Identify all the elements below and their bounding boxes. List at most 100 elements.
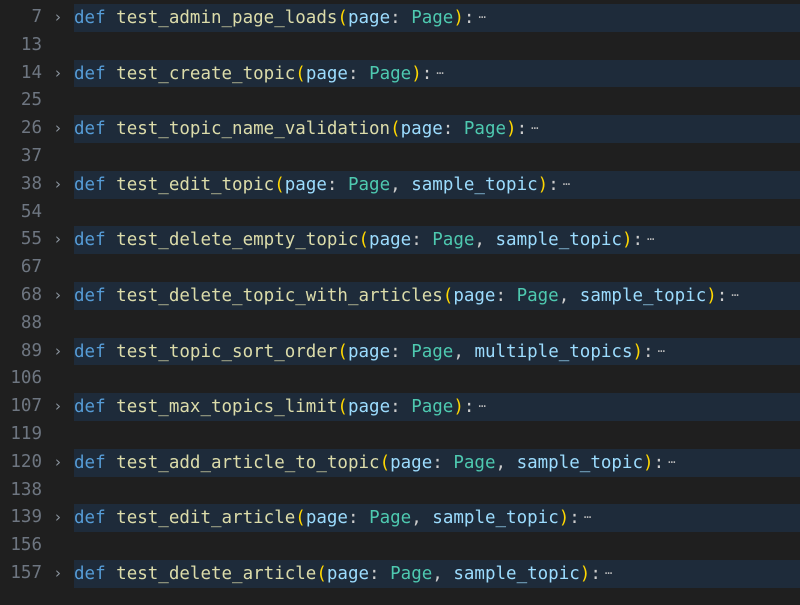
function-signature[interactable]: def test_delete_empty_topic(page: Page, …	[74, 226, 800, 255]
code-line[interactable]: 106	[0, 365, 800, 393]
chevron-right-icon[interactable]: ›	[50, 171, 66, 199]
colon: :	[632, 230, 644, 251]
function-signature[interactable]: def test_edit_article(page: Page, sample…	[74, 504, 800, 533]
open-paren: (	[295, 63, 306, 84]
chevron-right-icon[interactable]: ›	[50, 115, 66, 143]
folded-code-line[interactable]: 68 › def test_delete_topic_with_articles(p…	[0, 281, 800, 310]
colon: :	[421, 63, 433, 84]
folded-code-line[interactable]: 107 › def test_max_topics_limit(page: Page…	[0, 393, 800, 421]
parameter-name: sample_topic	[579, 285, 707, 306]
code-line[interactable]: 88	[0, 310, 800, 338]
type-annotation: Page	[432, 230, 475, 251]
code-line[interactable]: 37	[0, 143, 800, 171]
folded-code-line[interactable]: 89 › def test_topic_sort_order(page: Page,…	[0, 337, 800, 366]
code-line[interactable]: 67	[0, 254, 800, 282]
parameter-name: sample_topic	[516, 452, 644, 473]
line-number: 25	[20, 90, 42, 111]
function-name: test_admin_page_loads	[116, 8, 338, 28]
line-number: 37	[20, 145, 42, 166]
chevron-right-icon[interactable]: ›	[50, 226, 66, 254]
open-paren: (	[442, 285, 454, 306]
folded-ellipsis-icon[interactable]: ⋯	[731, 282, 738, 310]
code-line[interactable]: 138	[0, 477, 800, 505]
folded-ellipsis-icon[interactable]: ⋯	[658, 338, 665, 366]
folded-code-line[interactable]: 26 › def test_topic_name_validation(page: …	[0, 115, 800, 143]
line-number: 157	[10, 562, 42, 583]
folded-code-line[interactable]: 139 › def test_edit_article(page: Page, sa…	[0, 504, 800, 533]
colon: :	[326, 174, 348, 195]
parameter-name: page	[347, 8, 391, 28]
colon: :	[643, 341, 654, 362]
type-annotation: Page	[369, 508, 412, 529]
chevron-right-icon[interactable]: ›	[50, 504, 66, 532]
function-signature[interactable]: def test_delete_topic_with_articles(page…	[74, 281, 800, 310]
folded-ellipsis-icon[interactable]: ⋯	[563, 171, 570, 199]
close-paren: )	[621, 230, 633, 251]
colon: :	[390, 397, 412, 418]
function-signature[interactable]: def test_topic_sort_order(page: Page, mu…	[74, 337, 800, 366]
code-line[interactable]: 54	[0, 199, 800, 227]
chevron-right-icon[interactable]: ›	[50, 60, 66, 88]
comma: ,	[390, 174, 412, 195]
folded-ellipsis-icon[interactable]: ⋯	[436, 60, 443, 88]
def-keyword: def	[74, 341, 106, 362]
line-number: 26	[20, 118, 42, 139]
code-editor[interactable]: 7 › def test_admin_page_loads(page: Page):…	[0, 0, 800, 605]
parameter-name: page	[284, 174, 327, 195]
folded-code-line[interactable]: 55 › def test_delete_empty_topic(page: Pag…	[0, 226, 800, 255]
chevron-right-icon[interactable]: ›	[50, 393, 66, 421]
parameter-name: page	[305, 508, 348, 529]
function-signature[interactable]: def test_topic_name_validation(page: Pag…	[74, 115, 800, 143]
code-line[interactable]: 13	[0, 32, 800, 60]
def-keyword: def	[74, 230, 106, 251]
def-keyword: def	[74, 119, 106, 140]
folded-ellipsis-icon[interactable]: ⋯	[478, 4, 485, 32]
function-signature[interactable]: def test_add_article_to_topic(page: Page…	[74, 448, 800, 477]
code-line[interactable]: 156	[0, 532, 800, 560]
comma: ,	[411, 508, 433, 529]
folded-ellipsis-icon[interactable]: ⋯	[668, 449, 675, 477]
function-name: test_delete_topic_with_articles	[116, 285, 443, 306]
close-paren: )	[558, 508, 570, 529]
function-signature[interactable]: def test_edit_topic(page: Page, sample_t…	[74, 170, 800, 199]
folded-ellipsis-icon[interactable]: ⋯	[647, 226, 654, 254]
function-signature[interactable]: def test_delete_article(page: Page, samp…	[74, 559, 800, 588]
function-signature[interactable]: def test_max_topics_limit(page: Page): ⋯	[74, 393, 800, 421]
folded-code-line[interactable]: 120 › def test_add_article_to_topic(page: …	[0, 448, 800, 477]
parameter-name: page	[326, 563, 370, 584]
chevron-right-icon[interactable]: ›	[50, 449, 66, 477]
chevron-right-icon[interactable]: ›	[50, 282, 66, 310]
function-name: test_delete_empty_topic	[116, 230, 359, 251]
line-number: 54	[20, 201, 42, 222]
line-number: 13	[20, 34, 42, 55]
colon: :	[432, 452, 454, 473]
function-name: test_edit_topic	[116, 174, 275, 195]
comma: ,	[432, 563, 454, 584]
line-number: 67	[20, 257, 42, 278]
line-number: 68	[20, 284, 42, 305]
parameter-name: page	[305, 63, 348, 84]
colon: :	[347, 63, 370, 84]
folded-code-line[interactable]: 38 › def test_edit_topic(page: Page, sampl…	[0, 170, 800, 199]
function-signature[interactable]: def test_admin_page_loads(page: Page): ⋯	[74, 4, 800, 32]
code-line[interactable]: 25	[0, 87, 800, 115]
folded-code-line[interactable]: 14 › def test_create_topic(page: Page): ⋯	[0, 59, 800, 88]
colon: :	[548, 174, 559, 195]
chevron-right-icon[interactable]: ›	[50, 338, 66, 366]
chevron-right-icon[interactable]: ›	[50, 4, 66, 32]
close-paren: )	[537, 174, 549, 195]
folded-ellipsis-icon[interactable]: ⋯	[605, 560, 612, 588]
code-line[interactable]: 119	[0, 421, 800, 449]
function-signature[interactable]: def test_create_topic(page: Page): ⋯	[74, 59, 800, 88]
parameter-name: sample_topic	[495, 230, 622, 251]
folded-code-line[interactable]: 7 › def test_admin_page_loads(page: Page):…	[0, 4, 800, 32]
folded-ellipsis-icon[interactable]: ⋯	[584, 504, 591, 532]
folded-code-line[interactable]: 157 › def test_delete_article(page: Page, …	[0, 559, 800, 588]
parameter-name: page	[347, 397, 391, 418]
type-annotation: Page	[411, 8, 454, 28]
chevron-right-icon[interactable]: ›	[50, 560, 66, 588]
colon: :	[347, 508, 370, 529]
folded-ellipsis-icon[interactable]: ⋯	[478, 393, 485, 421]
line-number: 55	[20, 229, 42, 250]
folded-ellipsis-icon[interactable]: ⋯	[531, 115, 538, 143]
